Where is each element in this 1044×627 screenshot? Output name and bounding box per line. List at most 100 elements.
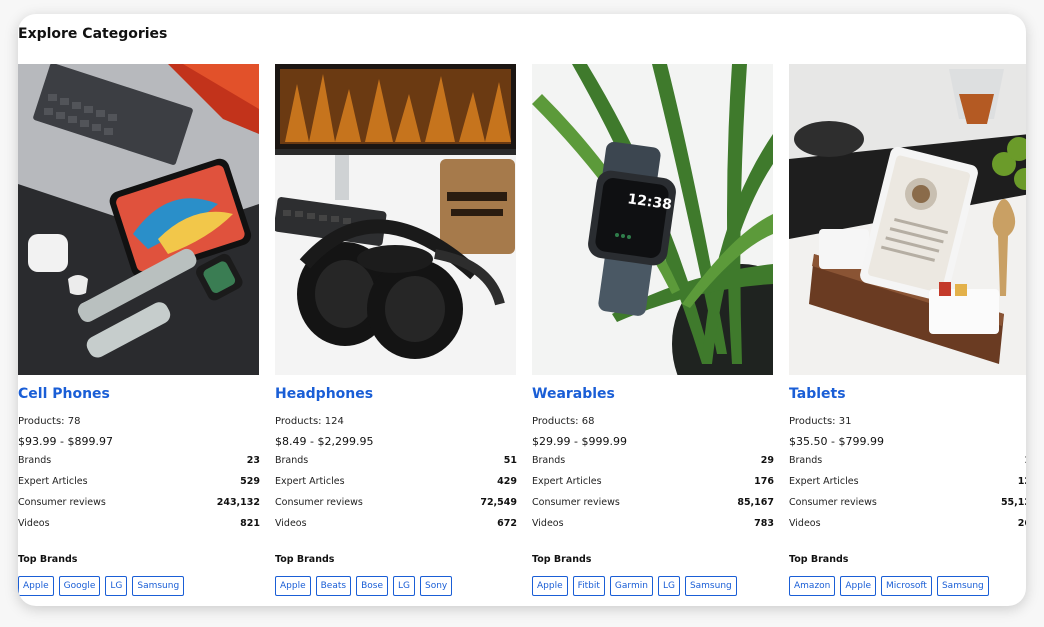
- top-brands-heading: Top Brands: [18, 554, 78, 565]
- category-title[interactable]: Tablets: [789, 386, 846, 402]
- stat-expert-articles: Expert Articles 429: [275, 476, 517, 497]
- stat-expert-articles: Expert Articles 12: [789, 476, 1026, 497]
- brand-chip[interactable]: Google: [58, 576, 101, 596]
- category-card-headphones: Headphones Products: 124 $8.49 - $2,299.…: [275, 64, 517, 604]
- category-stats: Brands 29 Expert Articles 176 Consumer r…: [532, 455, 774, 539]
- stat-videos: Videos 26: [789, 518, 1026, 539]
- stat-value: 783: [754, 518, 774, 529]
- brand-chip[interactable]: Apple: [532, 576, 568, 596]
- stat-brands: Brands 1: [789, 455, 1026, 476]
- explore-categories-panel: Explore Categories Cell Phones Products:…: [18, 14, 1026, 606]
- stat-value: 1: [1024, 455, 1026, 466]
- product-count: Products: 68: [532, 416, 595, 427]
- price-range: $29.99 - $999.99: [532, 435, 627, 448]
- tablets-photo: [789, 64, 1026, 375]
- brand-chip[interactable]: Amazon: [789, 576, 836, 596]
- category-title[interactable]: Wearables: [532, 386, 615, 402]
- category-grid: Cell Phones Products: 78 $93.99 - $899.9…: [18, 64, 1026, 604]
- stat-label: Expert Articles: [18, 476, 88, 487]
- stat-value: 23: [246, 455, 260, 466]
- brand-chip[interactable]: Fitbit: [572, 576, 605, 596]
- price-range: $93.99 - $899.97: [18, 435, 113, 448]
- brand-chip[interactable]: Apple: [840, 576, 876, 596]
- brand-chips: Apple Beats Bose LG Sony: [275, 576, 453, 596]
- top-brands-heading: Top Brands: [532, 554, 592, 565]
- stat-label: Brands: [275, 455, 309, 466]
- category-stats: Brands 23 Expert Articles 529 Consumer r…: [18, 455, 260, 539]
- phones-photo: [18, 64, 259, 375]
- stat-value: 672: [497, 518, 517, 529]
- stat-brands: Brands 51: [275, 455, 517, 476]
- stat-value: 29: [760, 455, 774, 466]
- stat-label: Expert Articles: [275, 476, 345, 487]
- stat-consumer-reviews: Consumer reviews 243,132: [18, 497, 260, 518]
- stat-label: Expert Articles: [532, 476, 602, 487]
- stat-label: Consumer reviews: [18, 497, 106, 508]
- stat-videos: Videos 672: [275, 518, 517, 539]
- category-title[interactable]: Headphones: [275, 386, 373, 402]
- product-count: Products: 78: [18, 416, 81, 427]
- brand-chips: Apple Google LG Samsung: [18, 576, 185, 596]
- page-background: Explore Categories Cell Phones Products:…: [0, 0, 1044, 627]
- stat-label: Videos: [275, 518, 307, 529]
- brand-chip[interactable]: Samsung: [684, 576, 737, 596]
- stat-value: 821: [240, 518, 260, 529]
- stat-value: 26: [1017, 518, 1026, 529]
- brand-chip[interactable]: Bose: [356, 576, 388, 596]
- category-image-wearables[interactable]: 12:38: [532, 64, 773, 375]
- brand-chip[interactable]: Apple: [18, 576, 54, 596]
- stat-value: 529: [240, 476, 260, 487]
- top-brands-heading: Top Brands: [275, 554, 335, 565]
- stat-label: Videos: [18, 518, 50, 529]
- stat-value: 429: [497, 476, 517, 487]
- category-stats: Brands 1 Expert Articles 12 Consumer rev…: [789, 455, 1026, 539]
- stat-value: 51: [503, 455, 517, 466]
- brand-chip[interactable]: Apple: [275, 576, 311, 596]
- brand-chip[interactable]: Microsoft: [881, 576, 932, 596]
- stat-expert-articles: Expert Articles 176: [532, 476, 774, 497]
- brand-chip[interactable]: Garmin: [609, 576, 653, 596]
- stat-value: 72,549: [480, 497, 517, 508]
- stat-label: Videos: [532, 518, 564, 529]
- stat-videos: Videos 821: [18, 518, 260, 539]
- stat-brands: Brands 23: [18, 455, 260, 476]
- price-range: $35.50 - $799.99: [789, 435, 884, 448]
- stat-expert-articles: Expert Articles 529: [18, 476, 260, 497]
- stat-label: Consumer reviews: [789, 497, 877, 508]
- brand-chip[interactable]: Samsung: [936, 576, 989, 596]
- stat-label: Videos: [789, 518, 821, 529]
- stat-value: 243,132: [216, 497, 260, 508]
- category-card-wearables: 12:38 Wearables Products: 68 $29.99 - $9…: [532, 64, 774, 604]
- brand-chip[interactable]: LG: [393, 576, 415, 596]
- category-image-headphones[interactable]: [275, 64, 516, 375]
- category-image-tablets[interactable]: [789, 64, 1026, 375]
- stat-brands: Brands 29: [532, 455, 774, 476]
- stat-consumer-reviews: Consumer reviews 85,167: [532, 497, 774, 518]
- stat-value: 55,12: [1000, 497, 1026, 508]
- category-stats: Brands 51 Expert Articles 429 Consumer r…: [275, 455, 517, 539]
- brand-chip[interactable]: Samsung: [132, 576, 185, 596]
- stat-label: Expert Articles: [789, 476, 859, 487]
- category-card-cell-phones: Cell Phones Products: 78 $93.99 - $899.9…: [18, 64, 260, 604]
- stat-value: 176: [754, 476, 774, 487]
- headphones-photo: [275, 64, 516, 375]
- brand-chips: Amazon Apple Microsoft Samsung: [789, 576, 989, 596]
- brand-chip[interactable]: LG: [657, 576, 680, 596]
- stat-consumer-reviews: Consumer reviews 55,12: [789, 497, 1026, 518]
- top-brands-heading: Top Brands: [789, 554, 849, 565]
- stat-label: Brands: [532, 455, 566, 466]
- category-image-cell-phones[interactable]: [18, 64, 259, 375]
- product-count: Products: 31: [789, 416, 852, 427]
- stat-value: 12: [1017, 476, 1026, 487]
- stat-label: Brands: [18, 455, 52, 466]
- brand-chip[interactable]: LG: [105, 576, 128, 596]
- stat-consumer-reviews: Consumer reviews 72,549: [275, 497, 517, 518]
- brand-chip[interactable]: Sony: [420, 576, 453, 596]
- category-title[interactable]: Cell Phones: [18, 386, 110, 402]
- brand-chips: Apple Fitbit Garmin LG Samsung: [532, 576, 737, 596]
- product-count: Products: 124: [275, 416, 344, 427]
- wearables-photo: 12:38: [532, 64, 773, 375]
- stat-videos: Videos 783: [532, 518, 774, 539]
- section-title: Explore Categories: [18, 26, 168, 42]
- brand-chip[interactable]: Beats: [315, 576, 352, 596]
